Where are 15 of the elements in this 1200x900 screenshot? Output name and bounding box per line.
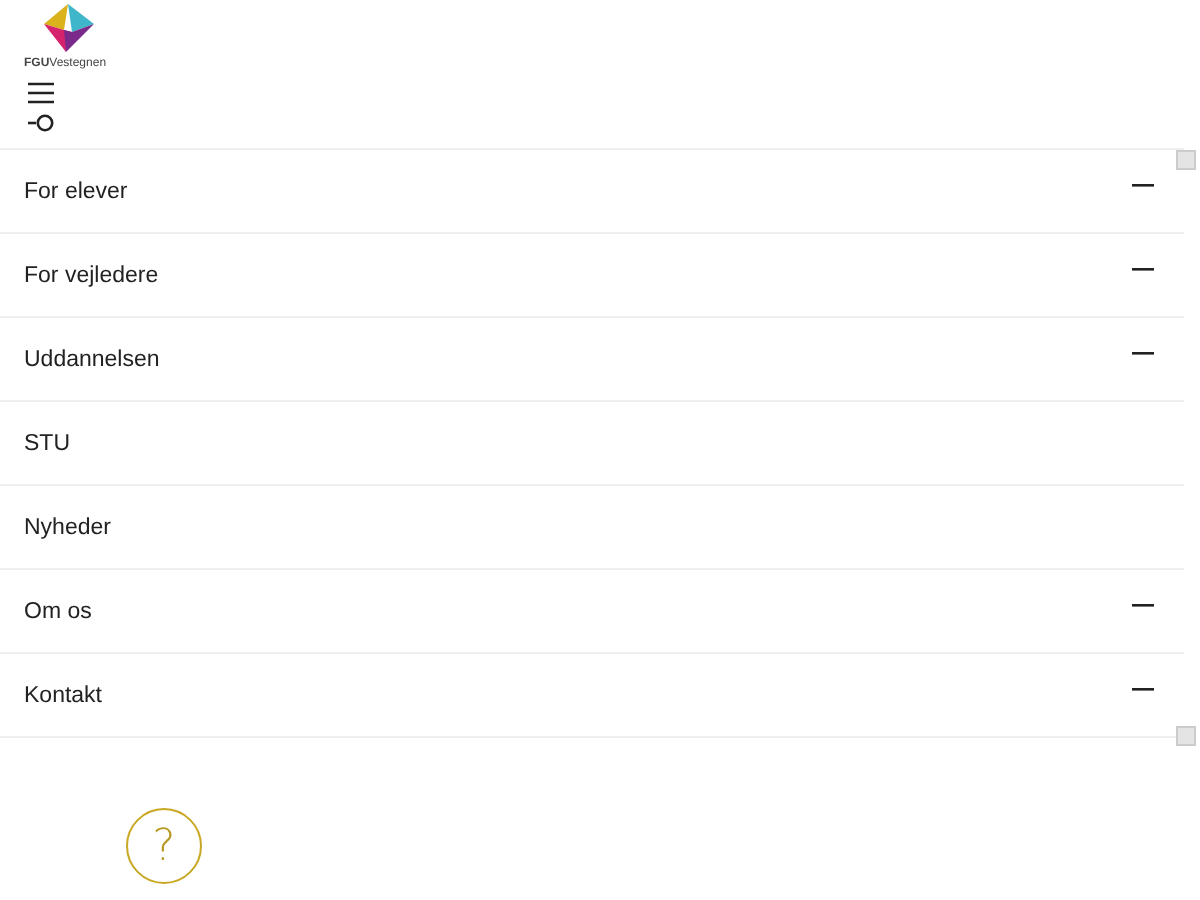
menu-item[interactable]: For elever — [24, 179, 128, 203]
menu-item[interactable]: Nyheder — [24, 515, 111, 539]
menu-item[interactable]: Uddannelsen — [24, 347, 160, 371]
minus-icon[interactable] — [1132, 268, 1154, 272]
menu-item[interactable]: Kontakt — [24, 683, 102, 707]
minus-icon[interactable] — [1132, 184, 1154, 188]
menu-item[interactable]: For vejledere — [24, 263, 159, 287]
menu-item[interactable]: Om os — [24, 599, 92, 623]
minus-icon[interactable] — [1132, 688, 1154, 692]
menu-item[interactable]: STU — [24, 431, 70, 455]
minus-icon[interactable] — [1132, 604, 1154, 608]
search-icon[interactable] — [28, 114, 54, 132]
logo-icon — [38, 4, 98, 52]
minus-icon[interactable] — [1132, 352, 1154, 356]
menu-icon[interactable] — [28, 82, 54, 104]
